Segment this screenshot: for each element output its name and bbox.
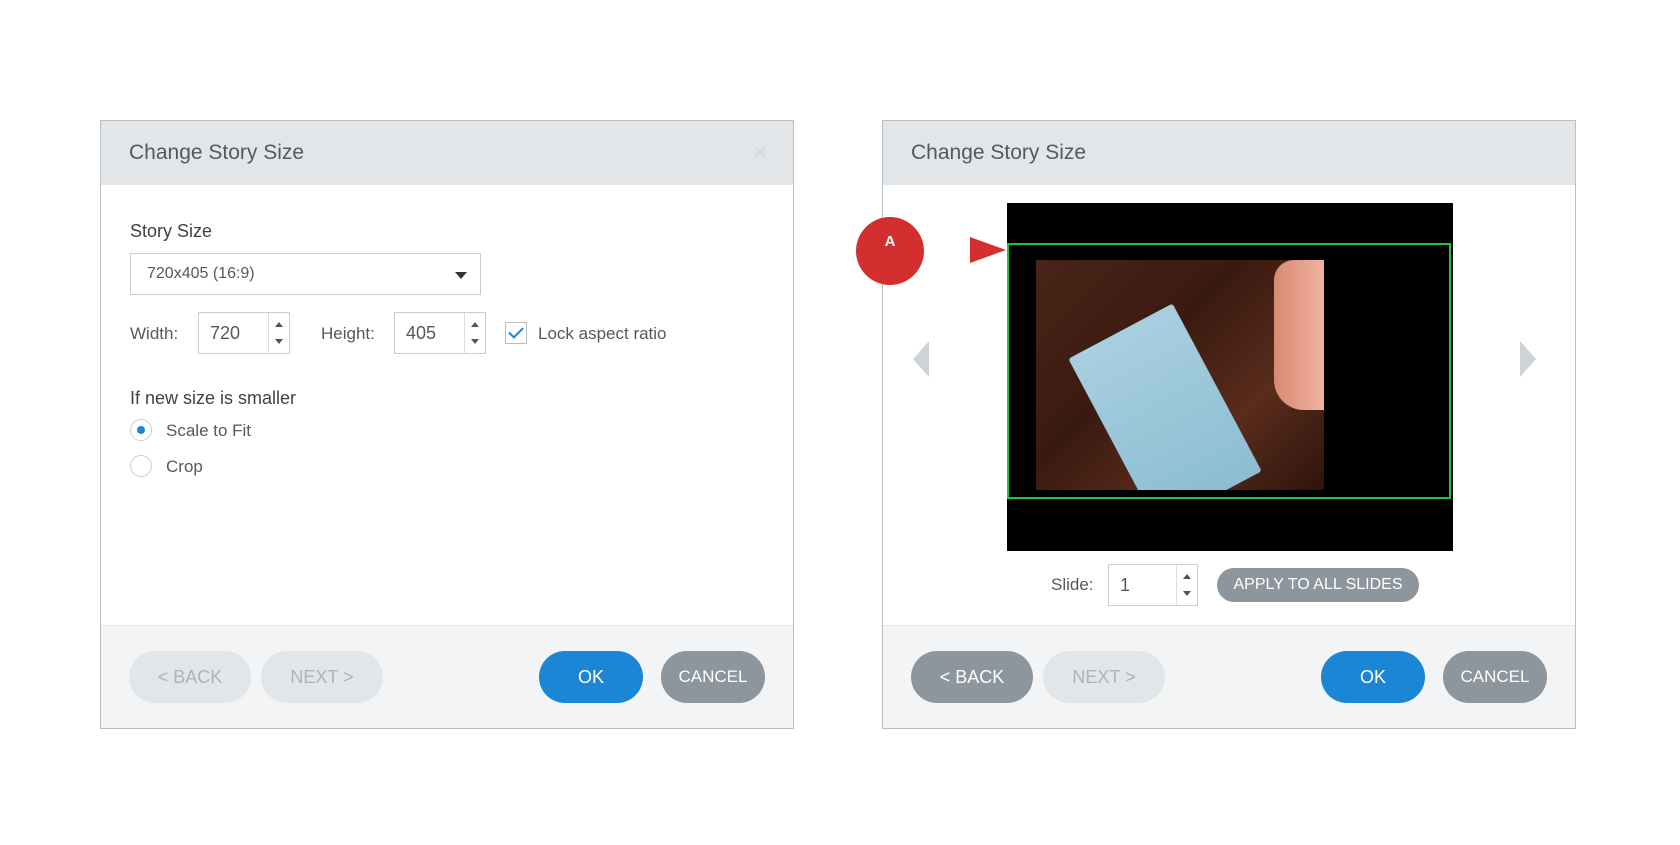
crop-frame[interactable]	[1007, 243, 1451, 499]
dialog-title: Change Story Size	[911, 141, 1087, 164]
width-stepper-arrows[interactable]	[268, 313, 289, 353]
change-story-size-dialog-left: Change Story Size × Story Size 720x405 (…	[100, 120, 794, 729]
lock-aspect-ratio-checkbox[interactable]	[505, 322, 527, 344]
increment-icon[interactable]	[1183, 574, 1191, 579]
close-icon[interactable]: ×	[753, 139, 767, 167]
callout-badge: A	[856, 217, 924, 285]
chevron-down-icon	[455, 272, 467, 279]
slide-stepper[interactable]: 1	[1108, 564, 1198, 606]
width-value: 720	[210, 323, 241, 343]
slide-label: Slide:	[1051, 575, 1094, 594]
slide-value: 1	[1120, 575, 1131, 595]
smaller-size-label: If new size is smaller	[130, 388, 297, 408]
width-label: Width:	[130, 324, 179, 343]
crop-label: Crop	[166, 457, 203, 476]
story-size-value: 720x405 (16:9)	[147, 265, 255, 282]
increment-icon[interactable]	[471, 322, 479, 327]
crop-radio[interactable]	[130, 455, 152, 477]
story-size-label: Story Size	[130, 221, 213, 241]
decrement-icon[interactable]	[275, 339, 283, 344]
height-stepper-arrows[interactable]	[464, 313, 485, 353]
cancel-button[interactable]: CANCEL	[1443, 651, 1547, 703]
back-button[interactable]: < BACK	[911, 651, 1033, 703]
next-slide-arrow-icon[interactable]	[1520, 341, 1536, 377]
dialog-header: Change Story Size	[883, 121, 1575, 185]
next-button[interactable]: NEXT >	[1043, 651, 1165, 703]
increment-icon[interactable]	[275, 322, 283, 327]
apply-to-all-slides-button[interactable]: APPLY TO ALL SLIDES	[1217, 568, 1419, 602]
lock-aspect-ratio-label: Lock aspect ratio	[538, 324, 667, 343]
previous-slide-arrow-icon[interactable]	[913, 341, 929, 377]
decrement-icon[interactable]	[1183, 591, 1191, 596]
next-button[interactable]: NEXT >	[261, 651, 383, 703]
cancel-button[interactable]: CANCEL	[661, 651, 765, 703]
dialog-header: Change Story Size ×	[101, 121, 793, 185]
height-label: Height:	[321, 324, 375, 343]
slide-stepper-arrows[interactable]	[1176, 565, 1197, 605]
scale-to-fit-label: Scale to Fit	[166, 421, 252, 440]
slide-preview	[1007, 203, 1453, 551]
story-size-select[interactable]: 720x405 (16:9)	[130, 253, 481, 295]
width-stepper[interactable]: 720	[198, 312, 290, 354]
change-story-size-dialog-right: Change Story Size Slide: 1 APPLY TO ALL …	[882, 120, 1576, 729]
height-stepper[interactable]: 405	[394, 312, 486, 354]
dialog-footer: < BACK NEXT > OK CANCEL	[883, 625, 1575, 728]
dialog-title: Change Story Size	[129, 141, 305, 164]
height-value: 405	[406, 323, 437, 343]
callout-arrow-icon	[970, 237, 1006, 263]
ok-button[interactable]: OK	[539, 651, 643, 703]
ok-button[interactable]: OK	[1321, 651, 1425, 703]
decrement-icon[interactable]	[471, 339, 479, 344]
back-button[interactable]: < BACK	[129, 651, 251, 703]
checkmark-icon	[508, 323, 524, 339]
radio-selected-dot	[137, 426, 145, 434]
scale-to-fit-radio[interactable]	[130, 419, 152, 441]
dialog-footer: < BACK NEXT > OK CANCEL	[101, 625, 793, 728]
